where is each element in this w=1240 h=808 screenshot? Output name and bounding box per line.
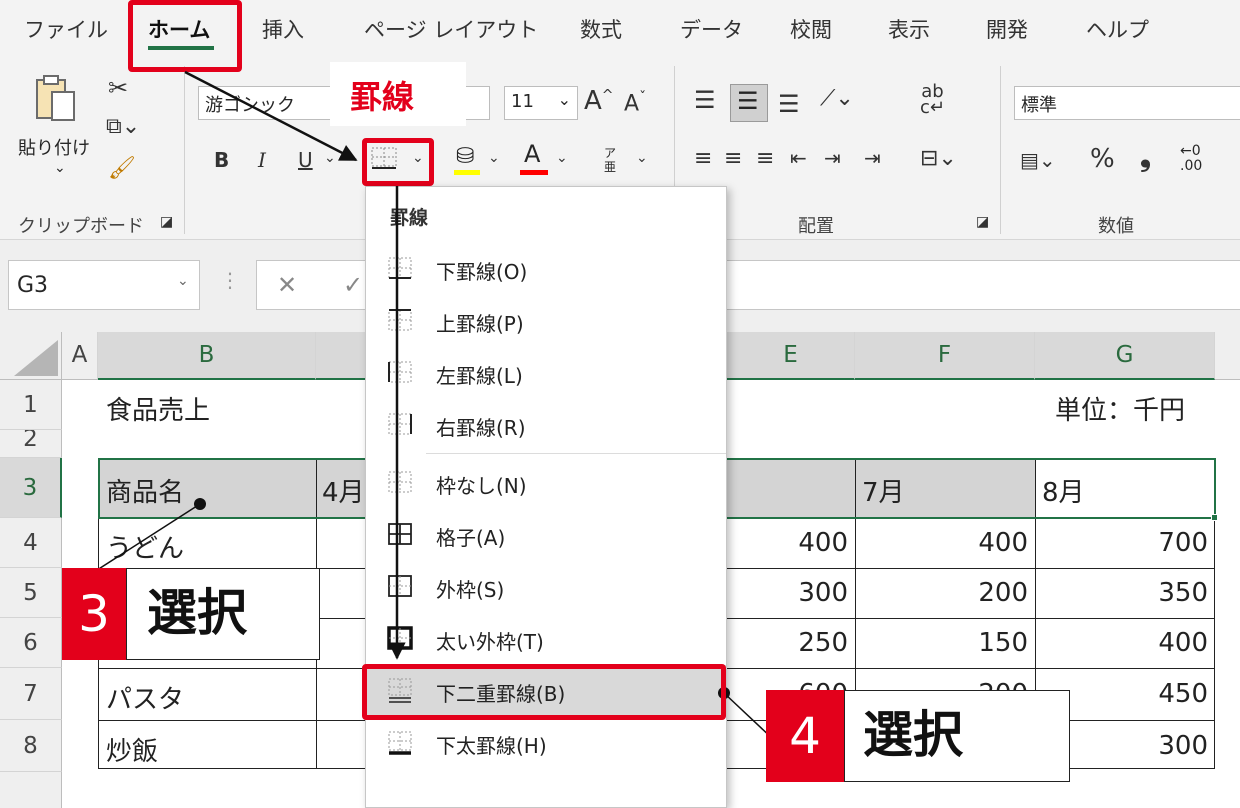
arrow-home-to-border xyxy=(184,70,358,162)
step3-badge: 3 xyxy=(62,568,126,660)
step3-callout: 選択 xyxy=(126,568,320,660)
leader-line-step3 xyxy=(93,503,201,573)
step4-callout: 選択 xyxy=(844,690,1070,782)
step4-badge: 4 xyxy=(766,690,844,782)
double-bottom-highlight xyxy=(362,664,726,720)
leader-dot-step3 xyxy=(194,498,206,510)
